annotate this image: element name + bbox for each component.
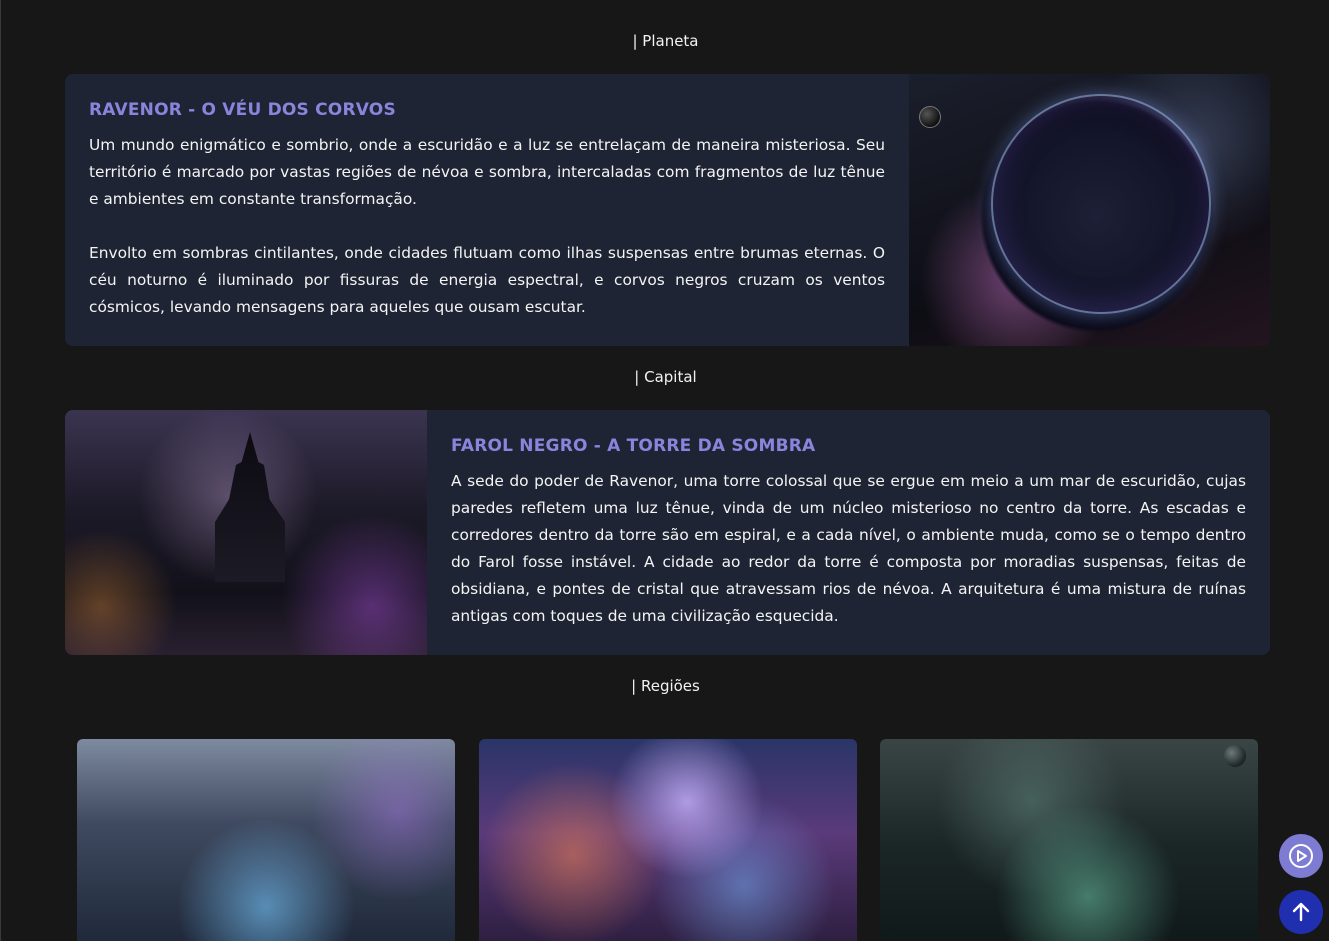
section-heading-planet: | Planeta xyxy=(632,32,699,50)
moon-graphic xyxy=(919,106,941,128)
capital-card-text: FAROL NEGRO - A TORRE DA SOMBRA A sede d… xyxy=(427,410,1270,655)
capital-description: A sede do poder de Ravenor, uma torre co… xyxy=(451,468,1246,630)
planet-description: Um mundo enigmático e sombrio, onde a es… xyxy=(89,132,885,321)
planet-paragraph: Envolto em sombras cintilantes, onde cid… xyxy=(89,244,885,316)
planet-title: RAVENOR - O VÉU DOS CORVOS xyxy=(89,100,396,120)
arrow-up-icon xyxy=(1292,902,1310,922)
play-button[interactable] xyxy=(1279,834,1323,878)
planet-card: RAVENOR - O VÉU DOS CORVOS Um mundo enig… xyxy=(65,74,1270,346)
capital-card: FAROL NEGRO - A TORRE DA SOMBRA A sede d… xyxy=(65,410,1270,655)
capital-paragraph: A sede do poder de Ravenor, uma torre co… xyxy=(451,472,1246,625)
planet-image xyxy=(909,74,1270,346)
region-image-floating-ruins[interactable] xyxy=(479,739,857,941)
planet-card-text: RAVENOR - O VÉU DOS CORVOS Um mundo enig… xyxy=(65,74,909,346)
planet-paragraph: Um mundo enigmático e sombrio, onde a es… xyxy=(89,136,885,208)
moon-graphic xyxy=(1224,745,1246,767)
planet-graphic xyxy=(991,94,1211,314)
section-heading-regions: | Regiões xyxy=(631,677,700,695)
tower-graphic xyxy=(215,432,285,582)
region-image-forest[interactable] xyxy=(77,739,455,941)
region-image-dark-sea[interactable] xyxy=(880,739,1258,941)
play-circle-icon xyxy=(1289,844,1313,868)
scroll-to-top-button[interactable] xyxy=(1279,890,1323,934)
capital-title: FAROL NEGRO - A TORRE DA SOMBRA xyxy=(451,436,816,456)
section-heading-capital: | Capital xyxy=(634,368,697,386)
capital-image xyxy=(65,410,427,655)
